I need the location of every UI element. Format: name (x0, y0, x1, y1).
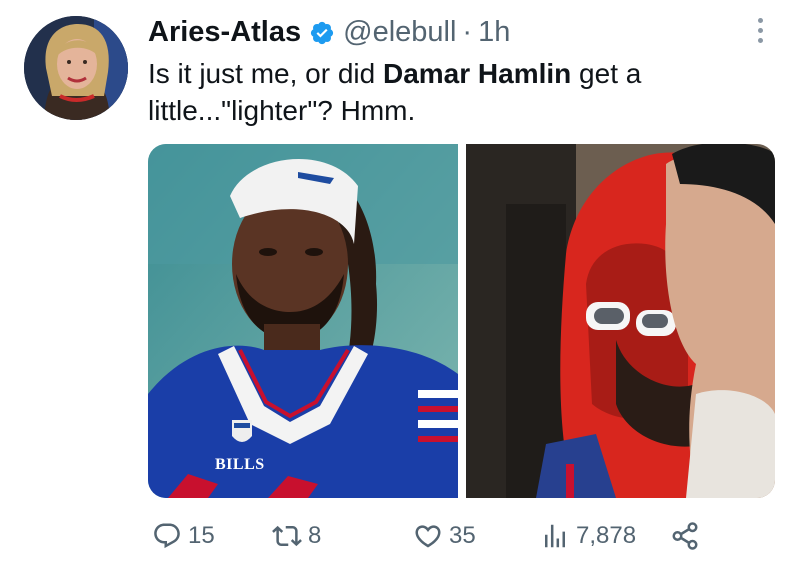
action-bar: 15 8 35 7,878 (148, 518, 708, 554)
tweet-media: BILLS (148, 144, 775, 498)
reply-icon (152, 521, 182, 551)
views-button[interactable]: 7,878 (540, 518, 636, 554)
display-name[interactable]: Aries-Atlas (148, 14, 301, 50)
tweet-header: Aries-Atlas @elebull · 1h (148, 14, 510, 50)
reply-count: 15 (188, 522, 215, 549)
like-count: 35 (449, 522, 476, 549)
tweet-text-mention: Damar Hamlin (382, 58, 572, 89)
tweet-text: Is it just me, or did Damar Hamlin get a… (148, 55, 768, 129)
avatar[interactable] (24, 16, 128, 120)
share-button[interactable] (670, 518, 700, 554)
like-button[interactable]: 35 (413, 518, 476, 554)
tweet-text-before: Is it just me, or did (148, 58, 383, 89)
more-vertical-icon[interactable] (748, 14, 772, 46)
views-icon (540, 521, 570, 551)
heart-icon (413, 521, 443, 551)
photo-right[interactable] (466, 144, 775, 498)
share-icon (670, 521, 700, 551)
verified-badge-icon (309, 19, 335, 45)
author-handle[interactable]: @elebull (343, 14, 456, 50)
tweet: Aries-Atlas @elebull · 1h Is it just me,… (0, 0, 799, 565)
jersey-text: BILLS (215, 456, 265, 473)
reply-button[interactable]: 15 (152, 518, 215, 554)
timestamp[interactable]: 1h (478, 14, 510, 50)
views-count: 7,878 (576, 522, 637, 549)
retweet-count: 8 (308, 522, 322, 549)
photo-left[interactable]: BILLS (148, 144, 458, 498)
separator-dot: · (462, 16, 473, 48)
retweet-icon (272, 521, 302, 551)
retweet-button[interactable]: 8 (272, 518, 321, 554)
